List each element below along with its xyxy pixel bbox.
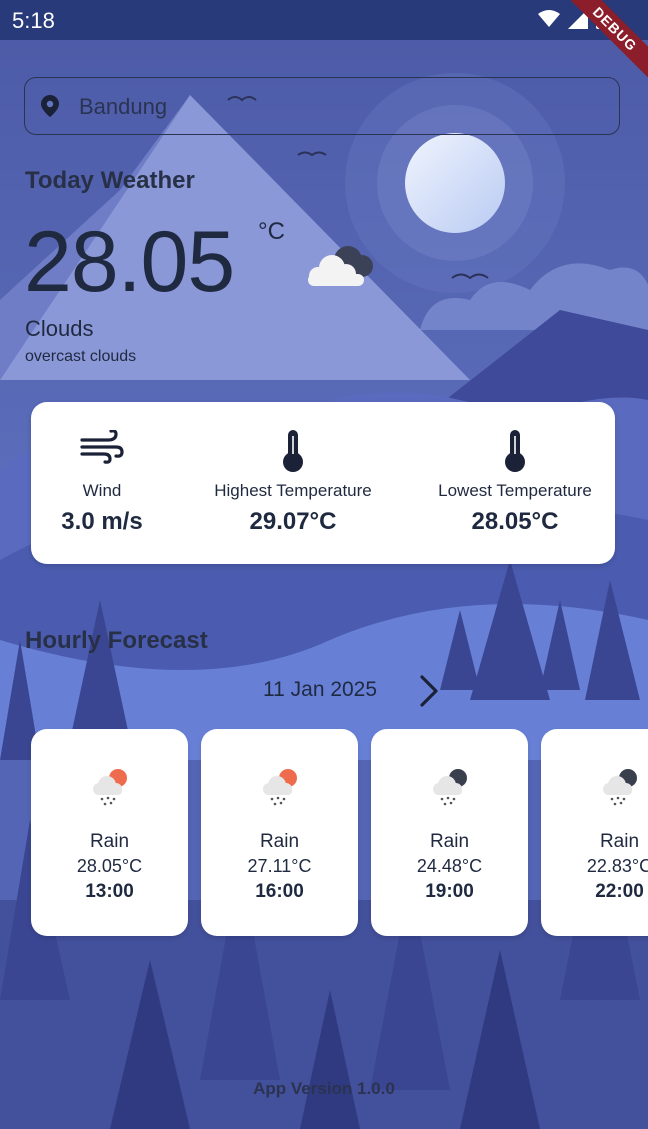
stat-label: Lowest Temperature <box>438 481 592 500</box>
rain-sun-icon <box>92 769 127 806</box>
hourly-time: 16:00 <box>255 881 304 902</box>
chevron-right-icon[interactable] <box>414 674 444 708</box>
thermometer-icon <box>283 430 303 472</box>
status-bar: 5:18 <box>0 0 648 40</box>
hourly-condition: Rain <box>429 831 470 852</box>
hourly-condition: Rain <box>259 831 300 852</box>
rain-moon-icon <box>602 769 637 806</box>
stat-lowest-temperature: Lowest Temperature 28.05°C <box>425 402 605 564</box>
status-time: 5:18 <box>12 8 55 33</box>
hourly-time: 13:00 <box>85 881 134 902</box>
hourly-card[interactable]: Rain 24.48°C 19:00 <box>371 729 528 936</box>
hourly-time: 19:00 <box>425 881 474 902</box>
hourly-temperature: 27.11°C <box>247 856 312 876</box>
today-title: Today Weather <box>25 167 195 194</box>
forecast-date: 11 Jan 2025 <box>263 678 378 701</box>
app-version: App Version 1.0.0 <box>253 1079 395 1098</box>
hourly-temperature: 24.48°C <box>416 856 483 876</box>
location-search[interactable] <box>24 77 620 135</box>
stat-value: 28.05°C <box>471 508 559 535</box>
hourly-forecast-title: Hourly Forecast <box>25 627 208 654</box>
hourly-time: 22:00 <box>595 881 644 902</box>
condition-main: Clouds <box>25 316 94 341</box>
hourly-card[interactable]: Rain 27.11°C 16:00 <box>201 729 358 936</box>
temperature-unit: °C <box>258 218 285 245</box>
hourly-condition: Rain <box>599 831 640 852</box>
hourly-temperature: 28.05°C <box>76 856 143 876</box>
stat-value: 3.0 m/s <box>61 508 143 535</box>
stat-wind: Wind 3.0 m/s <box>31 402 173 564</box>
hourly-card[interactable]: Rain 22.83°C 22:00 <box>541 729 648 936</box>
wifi-icon <box>538 10 560 27</box>
rain-sun-icon <box>262 769 297 806</box>
thermometer-icon <box>505 430 525 472</box>
location-pin-icon <box>41 95 59 117</box>
wind-icon <box>80 430 124 464</box>
condition-description: overcast clouds <box>25 348 137 365</box>
stat-label: Wind <box>82 481 122 500</box>
current-temperature: 28.05 <box>24 214 235 310</box>
stat-value: 29.07°C <box>249 508 337 535</box>
stat-label: Highest Temperature <box>214 481 372 500</box>
hourly-card[interactable]: Rain 28.05°C 13:00 <box>31 729 188 936</box>
rain-moon-icon <box>432 769 467 806</box>
hourly-condition: Rain <box>89 831 130 852</box>
weather-app: 5:18 DEBUG Today Weather 28.05 °C Clouds… <box>0 0 648 1129</box>
location-input[interactable] <box>77 88 601 126</box>
stat-highest-temperature: Highest Temperature 29.07°C <box>203 402 383 564</box>
cloud-icon <box>308 246 373 286</box>
hourly-temperature: 22.83°C <box>586 856 648 876</box>
stats-card: Wind 3.0 m/s Highest Temperature 29.07°C… <box>31 402 615 564</box>
